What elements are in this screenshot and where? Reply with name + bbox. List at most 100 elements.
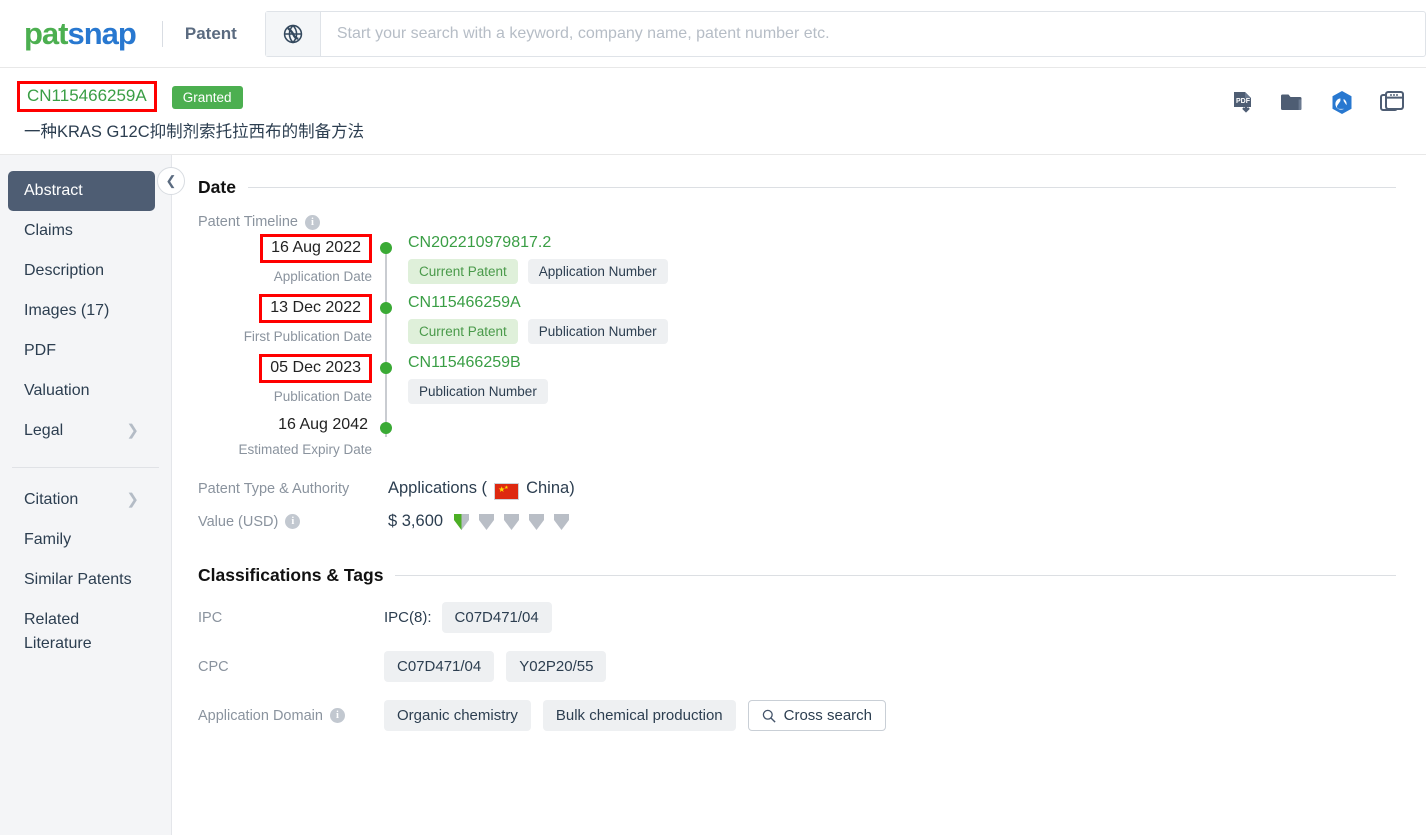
application-domain-row: Application Domain i Organic chemistry B… — [198, 700, 1396, 731]
timeline-event-left: 13 Dec 2022 First Publication Date — [198, 294, 378, 344]
sidebar-item-label: PDF — [24, 342, 56, 359]
top-bar: patsnap Patent — [0, 0, 1426, 68]
domain-tag-chip[interactable]: Organic chemistry — [384, 700, 531, 731]
sidebar-item-images[interactable]: Images (17) — [0, 291, 171, 331]
timeline-tags: Current Patent Application Number — [408, 259, 1396, 284]
patent-number-row: CN115466259A Granted — [17, 80, 1426, 112]
search-icon — [762, 709, 776, 723]
sidebar-item-citation[interactable]: Citation ❯ — [0, 480, 171, 520]
header-tool-icons: PDF — [1232, 90, 1404, 115]
patent-timeline-label-row: Patent Timeline i — [198, 214, 1396, 230]
value-label-row: Value (USD) i — [198, 514, 384, 530]
application-domain-label: Application Domain — [198, 707, 323, 724]
ipc-values: IPC(8): C07D471/04 — [384, 602, 564, 633]
nav-patent-label[interactable]: Patent — [185, 24, 237, 44]
application-domain-label-row: Application Domain i — [198, 708, 384, 724]
cpc-code-chip[interactable]: Y02P20/55 — [506, 651, 607, 682]
info-icon[interactable]: i — [329, 708, 345, 723]
section-rule — [247, 187, 1396, 188]
ipc-label: IPC — [198, 609, 223, 626]
timeline-date: 16 Aug 2042 — [278, 416, 368, 433]
tag-number-type[interactable]: Publication Number — [527, 319, 668, 344]
tag-current-patent[interactable]: Current Patent — [408, 259, 518, 284]
application-domain-values: Organic chemistry Bulk chemical producti… — [384, 700, 886, 731]
timeline-dot — [379, 362, 392, 374]
pdf-download-icon[interactable]: PDF — [1232, 91, 1254, 115]
timeline-event: 05 Dec 2023 Publication Date CN115466259… — [198, 354, 1396, 404]
cpc-label: CPC — [198, 658, 229, 675]
copy-window-icon[interactable] — [1380, 91, 1404, 114]
sidebar-item-label-line2: Literature — [24, 635, 92, 652]
timeline-dot — [379, 422, 392, 434]
authority-text: Applications ( ★ ★ China) — [388, 479, 575, 500]
timeline-event-left: 05 Dec 2023 Publication Date — [198, 354, 378, 404]
sidebar-item-label: Claims — [24, 222, 73, 239]
timeline-date: 05 Dec 2023 — [259, 354, 372, 383]
cpc-row: CPC C07D471/04 Y02P20/55 — [198, 651, 1396, 682]
logo-pat-text: pat — [24, 16, 68, 51]
timeline-number-link[interactable]: CN115466259A — [408, 294, 1396, 312]
section-rule — [395, 575, 1396, 576]
folder-icon[interactable] — [1280, 92, 1304, 114]
cross-search-button[interactable]: Cross search — [747, 700, 886, 731]
patent-number-link[interactable]: CN115466259A — [27, 86, 147, 106]
tag-number-type[interactable]: Publication Number — [408, 379, 548, 404]
sidebar-item-label: Family — [24, 531, 72, 548]
ipc-row: IPC IPC(8): C07D471/04 — [198, 602, 1396, 633]
sidebar-item-related-literature[interactable]: Related Literature — [0, 600, 171, 654]
sidebar-item-label: Description — [24, 262, 105, 279]
info-icon[interactable]: i — [285, 514, 301, 529]
timeline-event: 13 Dec 2022 First Publication Date CN115… — [198, 294, 1396, 344]
sidebar-divider — [12, 467, 159, 468]
timeline-number-link[interactable]: CN202210979817.2 — [408, 234, 1396, 252]
authority-suffix: ) — [569, 479, 575, 497]
timeline-event-right: CN202210979817.2 Current Patent Applicat… — [378, 234, 1396, 284]
timeline-event: 16 Aug 2022 Application Date CN202210979… — [198, 234, 1396, 284]
ipc-code-chip[interactable]: C07D471/04 — [441, 602, 552, 633]
sidebar-item-legal[interactable]: Legal ❯ — [0, 411, 171, 451]
timeline-date-sublabel: First Publication Date — [243, 329, 372, 344]
timeline-number-link[interactable]: CN115466259B — [408, 354, 1396, 372]
value-value: $ 3,600 — [384, 512, 570, 531]
timeline-event-right: CN115466259B Publication Number — [378, 354, 1396, 404]
timeline-dot — [379, 242, 392, 254]
ipc-version-prefix: IPC(8): — [384, 609, 432, 626]
value-row: Value (USD) i $ 3,600 — [198, 512, 1396, 531]
tag-number-type[interactable]: Application Number — [527, 259, 668, 284]
sidebar-item-abstract[interactable]: Abstract — [8, 171, 155, 211]
svg-text:PDF: PDF — [1236, 98, 1251, 105]
tag-current-patent[interactable]: Current Patent — [408, 319, 518, 344]
date-section-title: Date — [198, 177, 236, 197]
patent-type-authority-label: Patent Type & Authority — [198, 480, 350, 497]
sidebar-item-label: Valuation — [24, 382, 90, 399]
sidebar-item-label: Legal — [24, 422, 64, 439]
value-label: Value (USD) — [198, 513, 279, 530]
cpc-code-chip[interactable]: C07D471/04 — [384, 651, 495, 682]
search-input[interactable] — [320, 11, 1425, 56]
patsnap-logo[interactable]: patsnap — [24, 16, 137, 51]
flag-star-small: ★ — [504, 485, 509, 491]
sidebar-collapse-button[interactable]: ❮ — [157, 167, 185, 195]
chevron-right-icon: ❯ — [126, 421, 139, 439]
classifications-section-title: Classifications & Tags — [198, 565, 384, 585]
sidebar-item-similar-patents[interactable]: Similar Patents — [0, 560, 171, 600]
patent-timeline-label: Patent Timeline — [198, 214, 298, 230]
globe-icon[interactable] — [265, 11, 321, 56]
diamond-icon-4-empty — [529, 513, 545, 530]
sidebar-item-family[interactable]: Family — [0, 520, 171, 560]
sidebar-item-label: Similar Patents — [24, 571, 132, 588]
sidebar-item-claims[interactable]: Claims — [0, 211, 171, 251]
patent-type-authority-row: Patent Type & Authority Applications ( ★… — [198, 479, 1396, 500]
sidebar-item-valuation[interactable]: Valuation — [0, 371, 171, 411]
chemistry-badge-icon[interactable] — [1330, 90, 1354, 115]
sidebar-item-description[interactable]: Description — [0, 251, 171, 291]
domain-tag-chip[interactable]: Bulk chemical production — [542, 700, 736, 731]
timeline-event: 16 Aug 2042 Estimated Expiry Date — [198, 414, 1396, 457]
search-bar — [264, 10, 1426, 57]
sidebar-item-pdf[interactable]: PDF — [0, 331, 171, 371]
timeline-date-sublabel: Estimated Expiry Date — [238, 442, 372, 457]
logo-divider — [161, 20, 163, 47]
value-amount: $ 3,600 — [388, 512, 444, 530]
info-icon[interactable]: i — [304, 214, 320, 230]
logo-snap-text: snap — [67, 16, 137, 51]
